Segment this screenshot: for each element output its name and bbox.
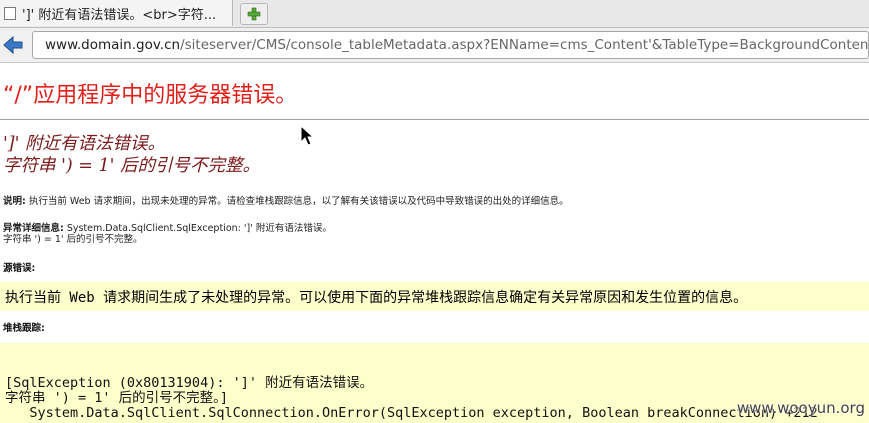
tab-bar: ']' 附近有语法错误。<br>字符... [0, 0, 869, 28]
error-line-2: 字符串 ') = 1' 后的引号不完整。 [3, 156, 260, 176]
exception-text: System.Data.SqlClient.SqlException: ']' … [63, 223, 332, 234]
back-arrow-icon [3, 35, 23, 55]
tab-title: ']' 附近有语法错误。<br>字符... [22, 7, 217, 23]
new-tab-button[interactable] [240, 3, 268, 25]
exception-label: 异常详细信息: [3, 223, 64, 234]
error-title: ']' 附近有语法错误。 字符串 ') = 1' 后的引号不完整。 [3, 133, 260, 177]
description: 说明: 执行当前 Web 请求期间，出现未处理的异常。请检查堆栈跟踪信息，以了解… [3, 196, 569, 207]
back-button[interactable] [2, 34, 24, 56]
plus-icon [247, 7, 261, 21]
page-title: “/”应用程序中的服务器错误。 [3, 83, 298, 108]
address-bar[interactable]: www.domain.gov.cn/siteserver/CMS/console… [32, 31, 869, 59]
watermark: www.wooyun.org [736, 399, 865, 417]
stack-trace-label: 堆栈跟踪: [3, 323, 45, 334]
divider [0, 119, 869, 120]
description-label: 说明: [3, 196, 26, 207]
exception-details-line2: 字符串 ') = 1' 后的引号不完整。 [3, 234, 143, 245]
url-text: www.domain.gov.cn/siteserver/CMS/console… [45, 37, 869, 53]
mouse-cursor-icon [300, 125, 314, 146]
source-error-box: 执行当前 Web 请求期间生成了未处理的异常。可以使用下面的异常堆栈跟踪信息确定… [0, 282, 869, 311]
description-text: 执行当前 Web 请求期间，出现未处理的异常。请检查堆栈跟踪信息，以了解有关该错… [25, 196, 569, 207]
stack-line-1: [SqlException (0x80131904): ']' 附近有语法错误。 [5, 375, 374, 391]
page-icon [4, 6, 16, 20]
source-error-text: 执行当前 Web 请求期间生成了未处理的异常。可以使用下面的异常堆栈跟踪信息确定… [5, 289, 748, 306]
error-line-1: ']' 附近有语法错误。 [3, 134, 166, 154]
url-path: /siteserver/CMS/console_tableMetadata.as… [180, 37, 869, 53]
source-error-label: 源错误: [3, 263, 36, 274]
navigation-bar: www.domain.gov.cn/siteserver/CMS/console… [0, 28, 869, 63]
page-content: “/”应用程序中的服务器错误。 ']' 附近有语法错误。 字符串 ') = 1'… [0, 63, 869, 423]
stack-line-2: 字符串 ') = 1' 后的引号不完整。] [5, 390, 229, 406]
browser-tab[interactable]: ']' 附近有语法错误。<br>字符... [0, 0, 233, 26]
url-host: www.domain.gov.cn [45, 37, 181, 53]
exception-details: 异常详细信息: System.Data.SqlClient.SqlExcepti… [3, 223, 332, 234]
